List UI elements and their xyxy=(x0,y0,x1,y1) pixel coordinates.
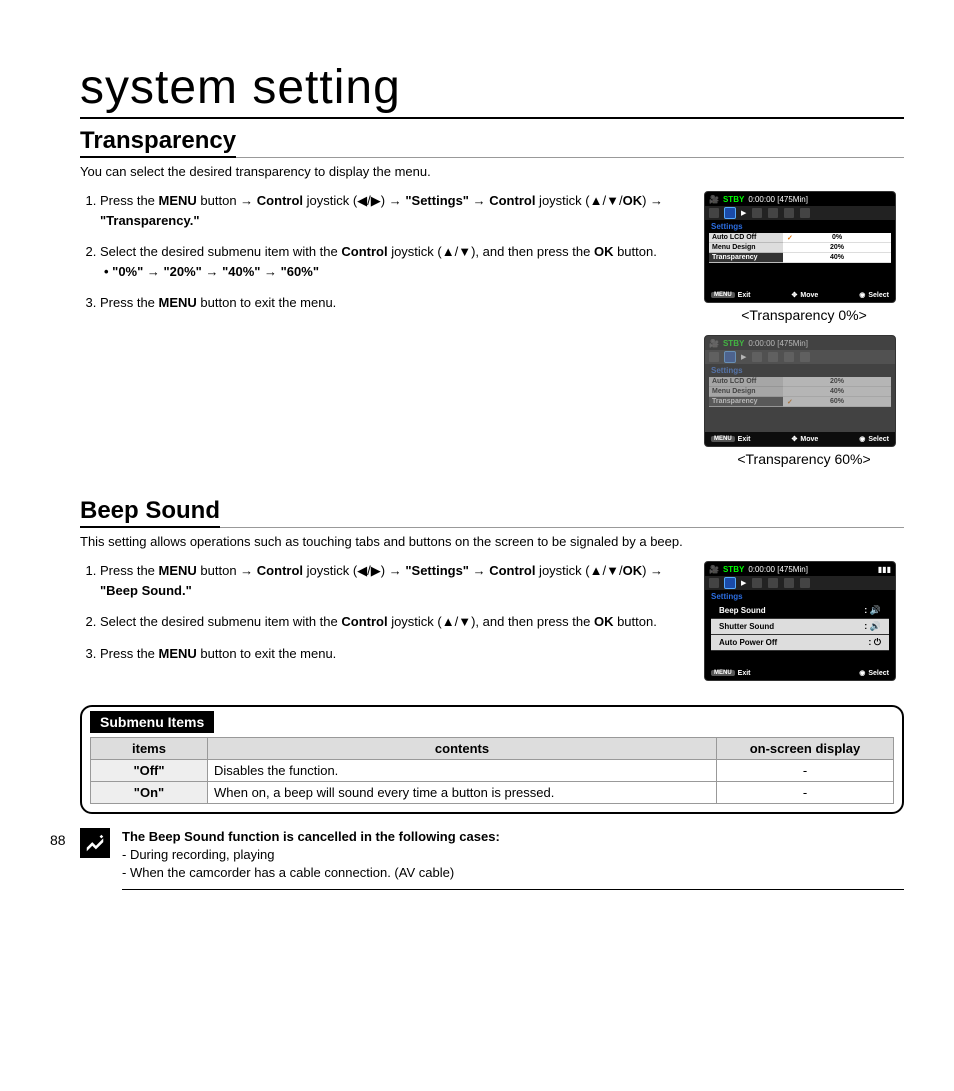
menu-settings-label: Settings xyxy=(705,590,895,603)
menu-item-autopower: Auto Power Off: ⏻ xyxy=(711,635,889,651)
tab-icon xyxy=(784,208,794,218)
col-items: items xyxy=(91,738,208,760)
battery-icon: ▮▮▮ xyxy=(878,565,891,574)
camera-icon: 🎥 xyxy=(709,565,719,574)
tab-icon-active xyxy=(725,352,735,362)
tab-icon xyxy=(784,352,794,362)
tab-icon xyxy=(800,352,810,362)
camera-icon: 🎥 xyxy=(709,339,719,348)
section-heading-transparency: Transparency xyxy=(80,127,236,158)
table-row: "Off" Disables the function. - xyxy=(91,760,894,782)
tab-icon-active xyxy=(725,208,735,218)
screenshot-transparency-0: 🎥 STBY 0:00:00 [475Min] ▶ Settings Auto … xyxy=(704,191,896,303)
beep-step-2: Select the desired submenu item with the… xyxy=(100,612,684,632)
col-osd: on-screen display xyxy=(717,738,894,760)
col-contents: contents xyxy=(208,738,717,760)
beep-step-3: Press the MENU button to exit the menu. xyxy=(100,644,684,664)
table-row: "On" When on, a beep will sound every ti… xyxy=(91,782,894,804)
tab-icon-active xyxy=(725,578,735,588)
menu-settings-label: Settings xyxy=(705,364,895,377)
tab-icon xyxy=(768,208,778,218)
transparency-options: • "0%" → "20%" → "40%" → "60%" xyxy=(104,262,684,282)
section-heading-beep: Beep Sound xyxy=(80,497,220,528)
beep-step-1: Press the MENU button → Control joystick… xyxy=(100,561,684,600)
tab-icon xyxy=(752,578,762,588)
beep-intro: This setting allows operations such as t… xyxy=(80,534,904,549)
camera-icon: 🎥 xyxy=(709,195,719,204)
status-time: 0:00:00 [475Min] xyxy=(748,339,808,348)
speaker-icon: : 🔊 xyxy=(864,605,881,616)
status-stby: STBY xyxy=(723,195,744,204)
tab-icon xyxy=(752,208,762,218)
note-icon xyxy=(80,828,110,858)
menu-item-shutter: Shutter Sound: 🔊 xyxy=(711,619,889,635)
submenu-table: items contents on-screen display "Off" D… xyxy=(90,737,894,804)
caption-transparency-60: <Transparency 60%> xyxy=(704,451,904,467)
power-icon: : ⏻ xyxy=(868,637,881,648)
tab-icon xyxy=(768,352,778,362)
status-stby: STBY xyxy=(723,339,744,348)
transparency-step-1: Press the MENU button → Control joystick… xyxy=(100,191,684,230)
note-text: The Beep Sound function is cancelled in … xyxy=(122,828,904,890)
screenshot-beep: 🎥 STBY 0:00:00 [475Min] ▮▮▮ ▶ Settings B… xyxy=(704,561,896,681)
transparency-step-3: Press the MENU button to exit the menu. xyxy=(100,293,684,313)
status-stby: STBY xyxy=(723,565,744,574)
caption-transparency-0: <Transparency 0%> xyxy=(704,307,904,323)
tab-icon xyxy=(709,578,719,588)
tab-icon xyxy=(800,578,810,588)
transparency-step-2: Select the desired submenu item with the… xyxy=(100,242,684,281)
tab-icon xyxy=(768,578,778,588)
submenu-header: Submenu Items xyxy=(90,711,214,733)
transparency-intro: You can select the desired transparency … xyxy=(80,164,904,179)
tab-icon xyxy=(752,352,762,362)
menu-settings-label: Settings xyxy=(705,220,895,233)
page-title: system setting xyxy=(80,60,904,119)
speaker-icon: : 🔊 xyxy=(864,621,881,632)
tab-icon xyxy=(800,208,810,218)
tab-icon xyxy=(709,352,719,362)
submenu-box: Submenu Items items contents on-screen d… xyxy=(80,705,904,814)
tab-icon xyxy=(709,208,719,218)
status-time: 0:00:00 [475Min] xyxy=(748,195,808,204)
menu-item-beep: Beep Sound: 🔊 xyxy=(711,603,889,619)
page-number: 88 xyxy=(50,832,66,848)
status-time: 0:00:00 [475Min] xyxy=(748,565,808,574)
screenshot-transparency-60: 🎥 STBY 0:00:00 [475Min] ▶ Settings Auto … xyxy=(704,335,896,447)
tab-icon xyxy=(784,578,794,588)
